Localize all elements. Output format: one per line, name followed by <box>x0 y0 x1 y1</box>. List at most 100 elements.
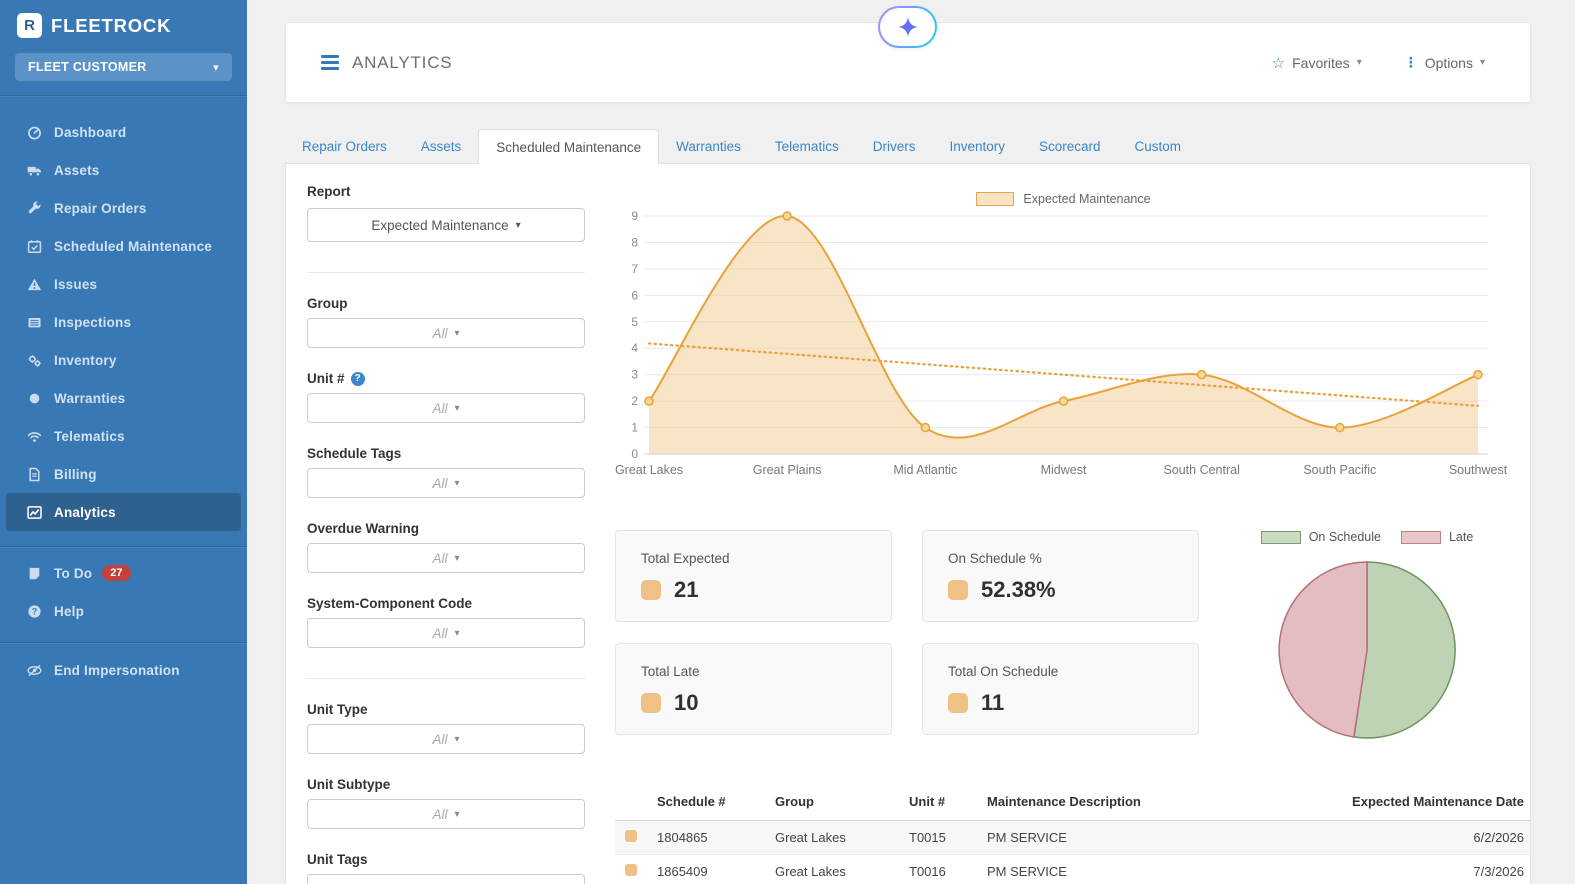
fleetrock-logo[interactable]: R FLEETROCK <box>0 0 247 50</box>
sidebar-item-label: Inspections <box>54 314 132 330</box>
sidebar-item-label: Telematics <box>54 428 125 444</box>
tab-assets[interactable]: Assets <box>404 129 479 164</box>
menu-toggle-button[interactable] <box>321 55 339 70</box>
chevron-down-icon: ▾ <box>454 477 460 489</box>
stat-card-total-expected: Total Expected 21 <box>615 530 892 622</box>
svg-text:8: 8 <box>631 235 638 249</box>
sidebar-item-label: Issues <box>54 276 98 292</box>
pie-chart-legend: On Schedule Late <box>1258 530 1476 544</box>
table-row[interactable]: 1865409 Great Lakes T0016 PM SERVICE 7/3/202… <box>615 854 1530 884</box>
stat-label: On Schedule % <box>948 551 1042 566</box>
sidebar-item-repair-orders[interactable]: Repair Orders <box>6 189 241 227</box>
sidebar-item-label: Inventory <box>54 352 117 368</box>
col-header-schedule: Schedule # <box>651 782 769 821</box>
sidebar-item-label: Analytics <box>54 504 116 520</box>
repair-orders-icon <box>25 201 43 216</box>
overdue-warning-select[interactable]: All ▾ <box>307 543 585 573</box>
unit-tags-select[interactable]: All▾ <box>307 874 585 884</box>
sidebar-item-telematics[interactable]: Telematics <box>6 417 241 455</box>
chevron-down-icon: ▾ <box>454 327 460 339</box>
assets-icon <box>25 163 43 178</box>
sidebar-item-help[interactable]: ? Help <box>6 592 241 630</box>
sidebar-item-analytics[interactable]: Analytics <box>6 493 241 531</box>
sidebar-item-scheduled-maintenance[interactable]: Scheduled Maintenance <box>6 227 241 265</box>
stat-card-on-schedule-pct: On Schedule % 52.38% <box>922 530 1199 622</box>
sidebar-item-label: Help <box>54 603 85 619</box>
report-select[interactable]: Expected Maintenance ▾ <box>307 208 585 242</box>
sidebar-item-warranties[interactable]: Warranties <box>6 379 241 417</box>
fleetrock-logo-text: FLEETROCK <box>51 14 172 36</box>
sidebar-item-inventory[interactable]: Inventory <box>6 341 241 379</box>
schedule-pie-chart: On Schedule Late <box>1258 530 1476 780</box>
tab-telematics[interactable]: Telematics <box>758 129 856 164</box>
chevron-down-icon: ▾ <box>454 733 460 745</box>
to-do-icon <box>25 566 43 581</box>
help-icon[interactable]: ? <box>350 371 365 386</box>
filter-group: Group All ▾ <box>307 296 585 348</box>
warranties-icon <box>25 391 43 406</box>
unit-subtype-select[interactable]: All ▾ <box>307 799 585 829</box>
table-cell: PM SERVICE <box>981 854 1326 884</box>
svg-text:Southwest: Southwest <box>1449 463 1508 477</box>
tab-drivers[interactable]: Drivers <box>856 129 933 164</box>
header-actions: ☆ Favorites ▾ ⋮ Options ▾ <box>1272 54 1485 72</box>
group-select[interactable]: All ▾ <box>307 318 585 348</box>
tab-warranties[interactable]: Warranties <box>659 129 758 164</box>
scheduled-maintenance-icon <box>25 239 43 254</box>
sidebar-item-assets[interactable]: Assets <box>6 151 241 189</box>
filter-panel: Report Expected Maintenance ▾ Group All ▾ U… <box>307 184 585 884</box>
unit-type-select[interactable]: All ▾ <box>307 724 585 754</box>
sidebar-item-to-do[interactable]: To Do 27 <box>6 554 241 592</box>
inventory-icon <box>25 353 43 368</box>
sidebar-item-dashboard[interactable]: Dashboard <box>6 113 241 151</box>
stat-label: Total On Schedule <box>948 664 1059 679</box>
col-header-expected-maintenance-date: Expected Maintenance Date <box>1326 782 1530 821</box>
tab-inventory[interactable]: Inventory <box>932 129 1022 164</box>
tab-scorecard[interactable]: Scorecard <box>1022 129 1118 164</box>
sidebar-item-label: Scheduled Maintenance <box>54 238 212 254</box>
select-value: All <box>432 625 448 641</box>
svg-text:Midwest: Midwest <box>1041 463 1087 477</box>
help-icon: ? <box>25 604 43 619</box>
stat-value: 21 <box>674 577 699 602</box>
favorites-button[interactable]: ☆ Favorites ▾ <box>1272 54 1362 72</box>
sidebar-item-billing[interactable]: Billing <box>6 455 241 493</box>
filter-label: Schedule Tags <box>307 446 402 461</box>
table-row[interactable]: 1804865 Great Lakes T0015 PM SERVICE 6/2/202… <box>615 820 1530 855</box>
sidebar-item-label: To Do <box>54 565 93 581</box>
dashboard-icon <box>25 125 43 140</box>
sidebar-item-issues[interactable]: Issues <box>6 265 241 303</box>
filter-overdue-warning: Overdue Warning All ▾ <box>307 521 585 573</box>
sidebar-item-inspections[interactable]: Inspections <box>6 303 241 341</box>
options-button[interactable]: ⋮ Options ▾ <box>1404 54 1485 71</box>
filter-label: Overdue Warning <box>307 521 420 536</box>
tab-custom[interactable]: Custom <box>1118 129 1199 164</box>
sparkle-icon <box>897 17 918 37</box>
svg-text:0: 0 <box>631 447 638 461</box>
sidebar-tools-menu: To Do 27? Help <box>0 547 247 630</box>
table-cell: T0015 <box>903 820 981 855</box>
svg-text:4: 4 <box>631 341 638 355</box>
table-cell: 1865409 <box>651 854 769 884</box>
unit-select[interactable]: All ▾ <box>307 393 585 423</box>
sidebar-item-end-impersonation[interactable]: End Impersonation <box>6 651 241 689</box>
analytics-icon <box>25 505 43 520</box>
filter-label: Group <box>307 296 348 311</box>
select-value: All <box>432 475 448 491</box>
svg-text:?: ? <box>31 606 37 616</box>
system-component-code-select[interactable]: All ▾ <box>307 618 585 648</box>
schedule-tags-select[interactable]: All ▾ <box>307 468 585 498</box>
fleet-customer-selector[interactable]: FLEET CUSTOMER ▾ <box>15 53 232 81</box>
sidebar-footer-menu: End Impersonation <box>0 643 247 689</box>
svg-text:2: 2 <box>631 394 638 408</box>
ai-assistant-button[interactable] <box>878 6 937 48</box>
col-header-maintenance-description: Maintenance Description <box>981 782 1326 821</box>
filter-label: Unit Type <box>307 702 368 717</box>
stat-label: Total Expected <box>641 551 730 566</box>
tab-scheduled-maintenance[interactable]: Scheduled Maintenance <box>478 129 660 164</box>
page-title: ANALYTICS <box>352 52 453 72</box>
stat-color-square <box>641 693 661 713</box>
table-cell: Great Lakes <box>769 820 903 855</box>
tab-repair-orders[interactable]: Repair Orders <box>285 129 404 164</box>
report-filter-label: Report <box>307 184 351 199</box>
